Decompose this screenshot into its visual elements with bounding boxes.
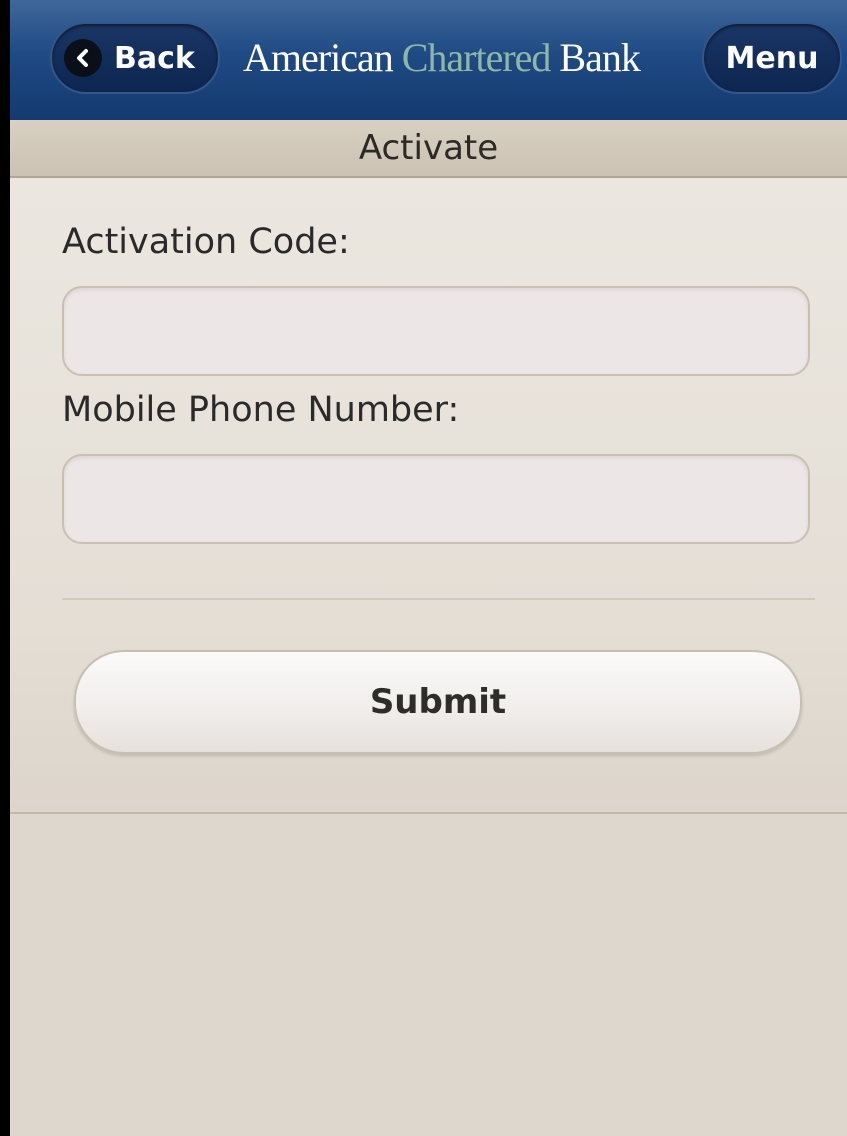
activation-form: Activation Code: Mobile Phone Number: Su… bbox=[10, 178, 847, 814]
chevron-left-icon bbox=[64, 39, 102, 77]
logo-text-chartered: Chartered bbox=[401, 35, 552, 80]
submit-button[interactable]: Submit bbox=[74, 650, 802, 754]
header-bar: Back American Chartered Bank Menu bbox=[10, 0, 847, 121]
menu-button[interactable]: Menu bbox=[702, 22, 842, 94]
mobile-phone-input[interactable] bbox=[62, 454, 810, 544]
logo-text-bank: Bank bbox=[550, 35, 640, 80]
mobile-phone-label: Mobile Phone Number: bbox=[62, 390, 460, 430]
back-button-label: Back bbox=[114, 40, 195, 76]
divider bbox=[62, 598, 815, 600]
back-button[interactable]: Back bbox=[50, 22, 220, 94]
page-title: Activate bbox=[10, 120, 847, 178]
activation-code-label: Activation Code: bbox=[62, 222, 350, 262]
activation-code-input[interactable] bbox=[62, 286, 810, 376]
app-screen: Back American Chartered Bank Menu Activa… bbox=[10, 0, 847, 1136]
logo-text-american: American bbox=[243, 35, 402, 80]
bank-logo: American Chartered Bank bbox=[243, 34, 641, 81]
